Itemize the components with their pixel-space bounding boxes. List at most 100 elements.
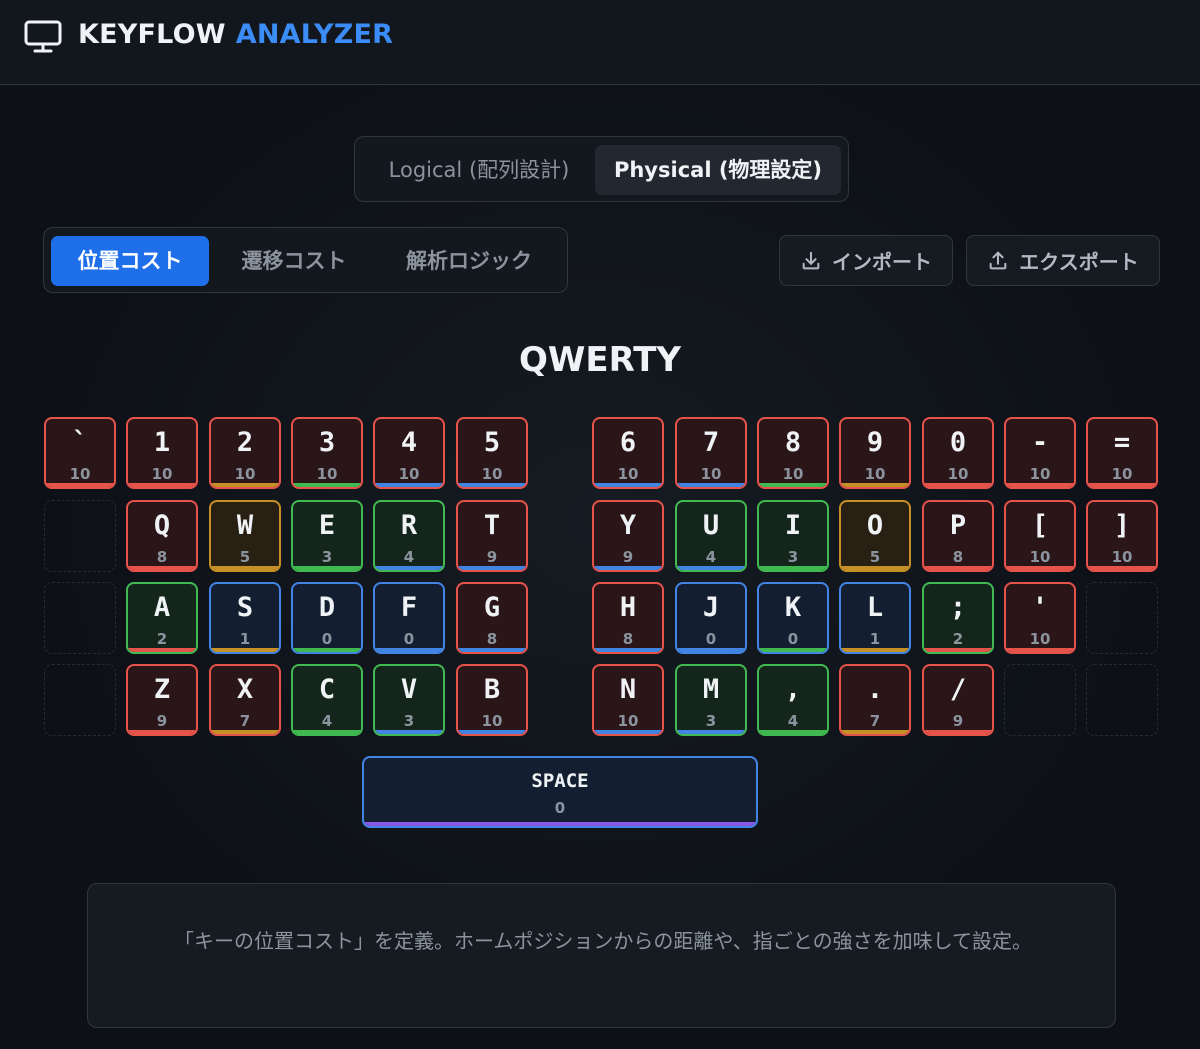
key-p[interactable]: P8 (922, 500, 994, 572)
key-label: = (1113, 427, 1131, 458)
key-cost: 1 (239, 630, 251, 648)
key-cost: 3 (787, 548, 799, 566)
key-x[interactable]: X7 (209, 664, 281, 736)
key-q[interactable]: Q8 (126, 500, 198, 572)
export-button[interactable]: エクスポート (966, 235, 1160, 286)
key-label: M (702, 674, 720, 705)
key-e[interactable]: E3 (291, 500, 363, 572)
key-j[interactable]: J0 (675, 582, 747, 654)
key-minus[interactable]: - 10 (1004, 417, 1076, 489)
key-cost: 9 (486, 548, 498, 566)
key-w[interactable]: W5 (209, 500, 281, 572)
key-label: ; (949, 592, 967, 623)
tab-transition-cost[interactable]: 遷移コスト (214, 236, 374, 286)
finger-bar (458, 566, 526, 570)
key-period[interactable]: .7 (839, 664, 911, 736)
key-label: 3 (318, 427, 336, 458)
key-8[interactable]: 8 10 (757, 417, 829, 489)
key-slash[interactable]: /9 (922, 664, 994, 736)
key-z[interactable]: Z9 (126, 664, 198, 736)
key-label: Z (153, 674, 171, 705)
key-0[interactable]: 0 10 (922, 417, 994, 489)
key-backtick[interactable]: ` 10 (44, 417, 116, 489)
key-label: B (483, 674, 501, 705)
finger-bar (211, 483, 279, 487)
key-quote[interactable]: ' 10 (1004, 582, 1076, 654)
key-label: T (483, 510, 501, 541)
key-cost: 3 (705, 712, 717, 730)
key-n[interactable]: N 10 (592, 664, 664, 736)
finger-bar (375, 483, 443, 487)
key-y[interactable]: Y9 (592, 500, 664, 572)
key-cost: 5 (869, 548, 881, 566)
key-3[interactable]: 3 10 (291, 417, 363, 489)
key-label: 8 (784, 427, 802, 458)
key-cost: 7 (869, 712, 881, 730)
key-2[interactable]: 2 10 (209, 417, 281, 489)
key-equals[interactable]: = 10 (1086, 417, 1158, 489)
key-label: I (784, 510, 802, 541)
finger-bar (924, 566, 992, 570)
key-6[interactable]: 6 10 (592, 417, 664, 489)
finger-bar (1088, 483, 1156, 487)
logical-mode-button[interactable]: Logical (配列設計) (365, 145, 593, 195)
key-label: SPACE (531, 770, 589, 792)
key-label: F (400, 592, 418, 623)
key-comma[interactable]: ,4 (757, 664, 829, 736)
tab-position-cost[interactable]: 位置コスト (51, 236, 209, 286)
finger-bar (677, 648, 745, 652)
key-g[interactable]: G8 (456, 582, 528, 654)
finger-bar (211, 648, 279, 652)
key-left-bracket[interactable]: [10 (1004, 500, 1076, 572)
key-label: X (236, 674, 254, 705)
key-cost: 10 (151, 465, 173, 483)
key-cost: 4 (787, 712, 799, 730)
key-r[interactable]: R4 (373, 500, 445, 572)
key-s[interactable]: S1 (209, 582, 281, 654)
key-7[interactable]: 7 10 (675, 417, 747, 489)
key-cost: 3 (321, 548, 333, 566)
finger-bar (841, 730, 909, 734)
key-right-bracket[interactable]: ] 10 (1086, 500, 1158, 572)
finger-bar (594, 648, 662, 652)
key-l[interactable]: L1 (839, 582, 911, 654)
physical-mode-button[interactable]: Physical (物理設定) (595, 145, 841, 195)
key-1[interactable]: 1 10 (126, 417, 198, 489)
key-h[interactable]: H8 (592, 582, 664, 654)
key-k[interactable]: K0 (757, 582, 829, 654)
key-f[interactable]: F0 (373, 582, 445, 654)
key-cost: 10 (782, 465, 804, 483)
key-t[interactable]: T9 (456, 500, 528, 572)
finger-bar (211, 566, 279, 570)
key-o[interactable]: O5 (839, 500, 911, 572)
key-a[interactable]: A2 (126, 582, 198, 654)
key-5[interactable]: 5 10 (456, 417, 528, 489)
key-v[interactable]: V3 (373, 664, 445, 736)
finger-bar (594, 730, 662, 734)
key-cost: 9 (952, 712, 964, 730)
key-i[interactable]: I3 (757, 500, 829, 572)
key-semicolon[interactable]: ; 2 (922, 582, 994, 654)
key-c[interactable]: C4 (291, 664, 363, 736)
finger-bar (924, 730, 992, 734)
key-4[interactable]: 4 10 (373, 417, 445, 489)
key-9[interactable]: 9 10 (839, 417, 911, 489)
key-u[interactable]: U4 (675, 500, 747, 572)
description-panel: 「キーの位置コスト」を定義。ホームポジションからの距離や、指ごとの強さを加味して… (87, 883, 1116, 1028)
key-cost: 0 (403, 630, 415, 648)
key-b[interactable]: B 10 (456, 664, 528, 736)
import-button[interactable]: インポート (779, 235, 953, 286)
key-label: ] (1113, 510, 1131, 541)
key-cost: 10 (234, 465, 256, 483)
finger-bar (458, 483, 526, 487)
finger-bar (293, 483, 361, 487)
key-space[interactable]: SPACE 0 (362, 756, 758, 828)
key-m[interactable]: M3 (675, 664, 747, 736)
tab-analysis-logic[interactable]: 解析ロジック (379, 236, 559, 286)
key-cost: 10 (617, 712, 639, 730)
key-cost: 7 (239, 712, 251, 730)
layout-title: QWERTY (518, 340, 682, 380)
key-label: , (784, 674, 802, 705)
key-cost: 10 (69, 465, 91, 483)
key-d[interactable]: D0 (291, 582, 363, 654)
